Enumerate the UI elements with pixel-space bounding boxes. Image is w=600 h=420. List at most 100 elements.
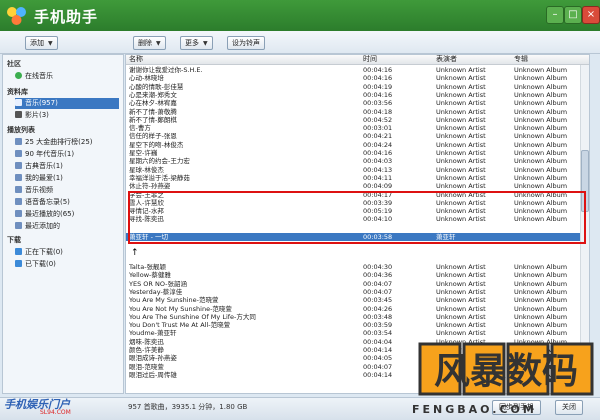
table-row[interactable]: Youdme-萧亚轩 00:03:54 Unknown Artist Unknown …	[126, 329, 581, 337]
table-row[interactable]: 信-曹方 00:03:01 Unknown Artist Unknown Album	[126, 124, 581, 132]
table-row[interactable]: 信任的样子-张恩 00:04:21 Unknown Artist Unknown Al…	[126, 132, 581, 140]
sidebar-item-downloaded[interactable]: 已下载(0)	[15, 259, 119, 270]
list-header: 名称 时间 表演者 专辑	[126, 55, 589, 65]
cell-artist: Unknown Artist	[436, 279, 486, 288]
sidebar-item-label: 影片(3)	[25, 111, 49, 119]
table-row[interactable]: You Are My Sunshine-范晓萱 00:03:45 Unknown A…	[126, 296, 581, 304]
cell-album: Unknown Album	[514, 74, 568, 83]
cell-name: 幸福洋溢于活-梁静茹	[129, 173, 190, 182]
table-row[interactable]: 休止符-孙燕姿 00:04:09 Unknown Artist Unknown Alb…	[126, 182, 581, 190]
maximize-icon[interactable]: □	[564, 6, 582, 24]
table-row[interactable]: 星空-许巍 00:04:16 Unknown Artist Unknown Album	[126, 149, 581, 157]
column-header-time[interactable]: 时间	[363, 55, 377, 64]
table-row[interactable]: You Are Not My Sunshine-范晓萱 00:04:26 Unkno…	[126, 305, 581, 313]
cell-artist: Unknown Artist	[436, 329, 486, 338]
watermark-site-sub: SL94.COM	[40, 409, 71, 416]
cell-time: 00:04:30	[363, 263, 393, 271]
cell-name: Youdme-萧亚轩	[129, 329, 177, 338]
cell-time: 00:03:48	[363, 312, 393, 321]
sidebar-item-label: 在线音乐	[25, 72, 53, 80]
sidebar-item-playlist[interactable]: 古典音乐(1)	[15, 161, 119, 172]
chevron-down-icon: ▼	[203, 40, 208, 47]
cell-artist: Unknown Artist	[436, 74, 486, 83]
sidebar-item-playlist[interactable]: 90 年代音乐(1)	[15, 149, 119, 160]
table-row[interactable]: 星空下的吻-林俊杰 00:04:24 Unknown Artist Unknown A…	[126, 141, 581, 149]
table-row[interactable]: 星期六的约会-王力宏 00:04:03 Unknown Artist Unknown …	[126, 157, 581, 165]
table-row[interactable]: You Are The Sunshine Of My Life-方大同 00:03…	[126, 313, 581, 321]
cell-artist: Unknown Artist	[436, 263, 486, 271]
column-header-artist[interactable]: 表演者	[436, 55, 457, 64]
table-row[interactable]: 心酸的情歌-彭佳慧 00:04:19 Unknown Artist Unknown A…	[126, 83, 581, 91]
sidebar-item-music[interactable]: 音乐(957)	[15, 98, 119, 109]
cell-name: 新不了情-萧敬腾	[129, 107, 177, 116]
table-row[interactable]: 心动-林晓培 00:04:16 Unknown Artist Unknown Albu…	[126, 74, 581, 82]
app-title: 手机助手	[34, 8, 99, 26]
sidebar-item-playlist[interactable]: 音乐视频	[15, 185, 119, 196]
table-row[interactable]: 星球-林俊杰 00:04:13 Unknown Artist Unknown Albu…	[126, 166, 581, 174]
download-icon	[15, 248, 22, 255]
table-row[interactable]: 谢谢你让我爱过你-S.H.E. 00:04:16 Unknown Artist Unk…	[126, 66, 581, 74]
set-ringtone-button[interactable]: 设为铃声	[227, 36, 265, 50]
cell-name: Yesterday-蔡淳佳	[129, 287, 183, 296]
delete-button[interactable]: 删除 ▼	[133, 36, 166, 50]
cell-album: Unknown Album	[514, 173, 568, 182]
sidebar-item-playlist[interactable]: 25 大金曲排行榜(25)	[15, 137, 119, 148]
table-row[interactable]: Yesterday-蔡淳佳 00:04:07 Unknown Artist Unkno…	[126, 288, 581, 296]
cell-artist: Unknown Artist	[436, 173, 486, 182]
cell-name: 信任的样子-张恩	[129, 132, 177, 141]
cell-artist: Unknown Artist	[436, 124, 486, 133]
cell-album: Unknown Album	[514, 157, 568, 166]
cell-name: You Are The Sunshine Of My Life-方大同	[129, 312, 256, 321]
minimize-icon[interactable]: –	[546, 6, 564, 24]
cell-name: 颜色-许美静	[129, 346, 164, 354]
sidebar-item-playlist[interactable]: 我的最爱(1)	[15, 173, 119, 184]
cell-album: Unknown Album	[514, 279, 568, 288]
close-icon[interactable]: ×	[582, 6, 600, 24]
more-button[interactable]: 更多 ▼	[180, 36, 213, 50]
close-button[interactable]: 关闭	[555, 400, 583, 415]
sidebar-item-label: 90 年代音乐(1)	[25, 150, 75, 158]
table-row[interactable]: YES OR NO-张韶涵 00:04:07 Unknown Artist Unkno…	[126, 280, 581, 288]
cell-name: 心在林夕-林宥嘉	[129, 99, 177, 108]
gear-icon	[15, 162, 22, 169]
cell-artist: Unknown Artist	[436, 132, 486, 141]
table-row[interactable]: 心是来潮-郑秀文 00:04:16 Unknown Artist Unknown Al…	[126, 91, 581, 99]
table-row[interactable]: 新不了情-鄭朗棋 00:04:52 Unknown Artist Unknown Al…	[126, 116, 581, 124]
cell-artist: Unknown Artist	[436, 107, 486, 116]
cell-artist: Unknown Artist	[436, 287, 486, 296]
cell-time: 00:04:13	[363, 165, 393, 174]
cell-time: 00:04:09	[363, 182, 393, 191]
column-header-album[interactable]: 专辑	[514, 55, 528, 64]
cell-album: Unknown Album	[514, 140, 568, 149]
cell-time: 00:04:18	[363, 107, 393, 116]
gear-icon	[15, 222, 22, 229]
add-label: 添加	[30, 39, 44, 47]
cell-name: 星空下的吻-林俊杰	[129, 140, 184, 149]
sidebar-item-playlist[interactable]: 语音备忘录(5)	[15, 197, 119, 208]
table-row[interactable]: 心在林夕-林宥嘉 00:03:56 Unknown Artist Unknown Al…	[126, 99, 581, 107]
cell-name: 星球-林俊杰	[129, 165, 164, 174]
cell-artist: Unknown Artist	[436, 182, 486, 191]
annotation-highlight-box	[128, 191, 586, 244]
cell-album: Unknown Album	[514, 182, 568, 191]
column-header-name[interactable]: 名称	[129, 55, 143, 64]
sidebar-item-label: 古典音乐(1)	[25, 162, 63, 170]
table-row[interactable]: You Don't Trust Me At All-范晓萱 00:03:59 Unk…	[126, 321, 581, 329]
table-row[interactable]: Yellow-蔡健雅 00:04:36 Unknown Artist Unknown …	[126, 271, 581, 279]
table-row[interactable]: 幸福洋溢于活-梁静茹 00:04:11 Unknown Artist Unknown …	[126, 174, 581, 182]
sidebar-item-online-music[interactable]: 在线音乐	[15, 71, 119, 82]
cell-album: Unknown Album	[514, 304, 568, 313]
add-button[interactable]: 添加 ▼	[25, 36, 58, 50]
table-row[interactable]: 新不了情-萧敬腾 00:04:18 Unknown Artist Unknown Al…	[126, 108, 581, 116]
sidebar-item-video[interactable]: 影片(3)	[15, 110, 119, 121]
cell-artist: Unknown Artist	[436, 312, 486, 321]
download-icon	[15, 260, 22, 267]
gear-icon	[15, 138, 22, 145]
table-row[interactable]: Talta-张靓颖 00:04:30 Unknown Artist Unknown A…	[126, 263, 581, 271]
sidebar-item-downloading[interactable]: 正在下载(0)	[15, 247, 119, 258]
cell-album: Unknown Album	[514, 312, 568, 321]
sidebar-item-playlist[interactable]: 最近添加的	[15, 221, 119, 232]
sidebar-item-label: 音乐(957)	[25, 99, 58, 107]
sidebar-item-playlist[interactable]: 最近播放的(65)	[15, 209, 119, 220]
cell-time: 00:03:01	[363, 124, 393, 133]
